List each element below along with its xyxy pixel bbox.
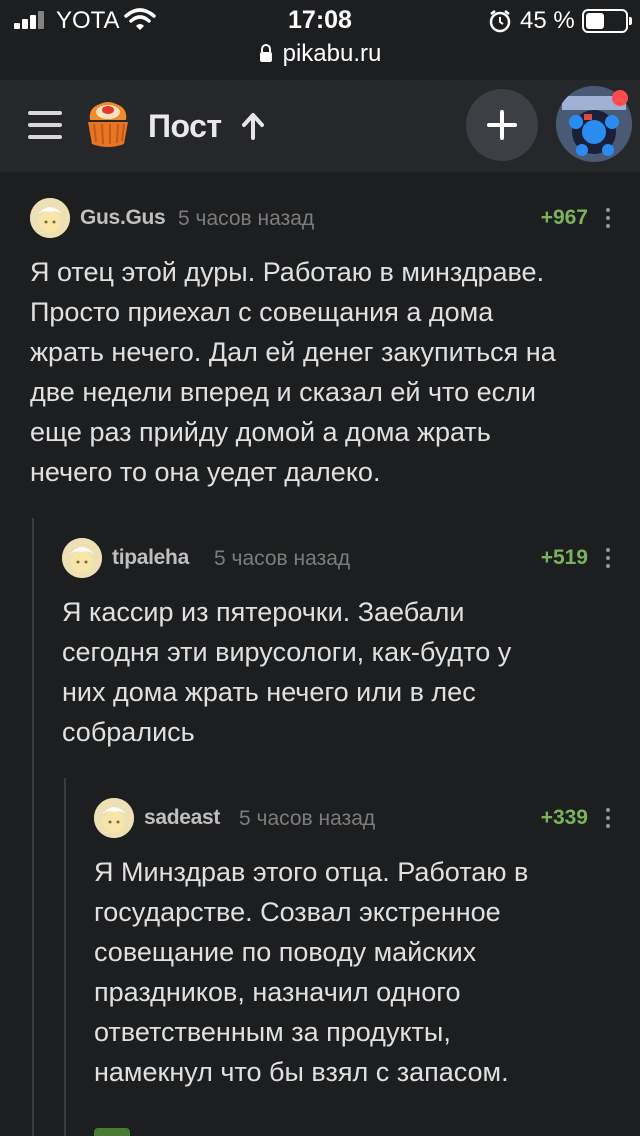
comment: Gus.Gus 5 часов назад +967 Я отец этой д… [30, 198, 620, 498]
arrow-up-icon[interactable] [240, 112, 266, 140]
comment: tipaleha 5 часов назад +519 Я кассир из … [62, 538, 620, 758]
author-avatar[interactable] [62, 538, 102, 578]
plus-icon [487, 110, 517, 140]
app-header: Пост [0, 80, 640, 172]
more-icon[interactable] [604, 204, 612, 232]
comment-header: Gus.Gus 5 часов назад +967 [30, 198, 620, 242]
comment-time: 5 часов назад [239, 807, 376, 830]
page-title: Пост [148, 108, 222, 144]
address-bar[interactable]: pikabu.ru [0, 40, 640, 68]
menu-icon[interactable] [28, 111, 62, 139]
add-post-button[interactable] [466, 89, 538, 161]
lock-icon [259, 44, 272, 62]
battery-percent: 45 % [520, 7, 575, 34]
pikabu-logo[interactable] [80, 96, 136, 152]
battery-icon [582, 9, 632, 33]
comment: sadeast 5 часов назад +339 Я Минздрав эт… [94, 798, 620, 1098]
author-name[interactable]: tipaleha [112, 546, 189, 570]
comment-rating: +967 [540, 206, 588, 229]
alarm-lock-icon [489, 10, 511, 33]
comment-time: 5 часов назад [178, 207, 315, 230]
comment-text: Я отец этой дуры. Работаю в минздраве. П… [30, 257, 556, 487]
author-avatar[interactable] [94, 798, 134, 838]
author-avatar[interactable] [94, 1128, 130, 1136]
status-bar: YOTA 17:08 45 % pikabu.ru [0, 0, 640, 80]
author-name[interactable]: sadeast [144, 806, 220, 830]
comment-header: tipaleha 5 часов назад +519 [62, 538, 620, 582]
author-avatar[interactable] [30, 198, 70, 238]
more-icon[interactable] [604, 544, 612, 572]
thread-line[interactable] [64, 778, 66, 1136]
comment-text: Я кассир из пятерочки. Заебали сегодня э… [62, 597, 512, 747]
comment-header: sadeast 5 часов назад +339 [94, 798, 620, 842]
more-icon[interactable] [604, 804, 612, 832]
author-name[interactable]: Gus.Gus [80, 206, 166, 230]
comment-text: Я Минздрав этого отца. Работаю в государ… [94, 857, 529, 1087]
comment-time: 5 часов назад [214, 547, 351, 570]
thread-line[interactable] [32, 518, 34, 1136]
comment-rating: +339 [540, 806, 588, 829]
comment-rating: +519 [540, 546, 588, 569]
notification-dot [612, 90, 628, 106]
url-text: pikabu.ru [282, 40, 382, 67]
